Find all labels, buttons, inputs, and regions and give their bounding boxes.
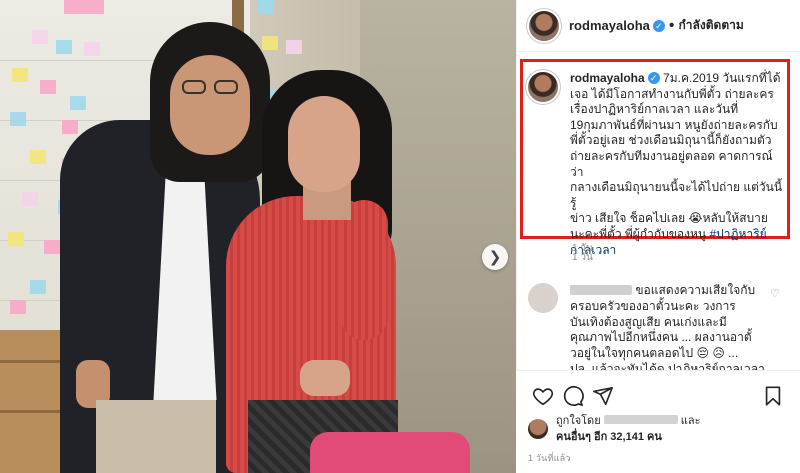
woman-arm: [340, 200, 388, 340]
others-count-link[interactable]: คนอื่นๆ อีก 32,141 คน: [556, 431, 662, 443]
post-actions-area: ถูกใจโดย และ คนอื่นๆ อีก 32,141 คน 1 วัน…: [516, 370, 800, 473]
caption-line-3: 19กุมภาพันธ์ที่ผ่านมา หนูยังถ่ายละครกับ: [570, 117, 778, 132]
likes-summary: ถูกใจโดย และ คนอื่นๆ อีก 32,141 คน: [516, 413, 800, 445]
commenter-avatar[interactable]: [528, 283, 558, 313]
comment-line-3: คุณภาพไปอีกหนึ่งคน ... ผลงานอาตั้: [570, 330, 752, 345]
comment-line-0: ขอแสดงความเสียใจกับ: [635, 283, 756, 297]
liker-avatar[interactable]: [528, 419, 548, 439]
caption-username[interactable]: rodmayaloha: [570, 71, 645, 85]
caption-avatar[interactable]: [528, 72, 558, 102]
heart-icon[interactable]: [528, 383, 558, 409]
comment-line-1: ครอบครัวของอาตั้วนะคะ วงการ: [570, 298, 736, 313]
header-username[interactable]: rodmayaloha: [569, 18, 650, 33]
share-icon[interactable]: [588, 383, 618, 409]
caption-line-8: นะคะพี่ตั้ว พี่ผู้กำกับของหนู: [570, 226, 707, 241]
post-caption: rodmayaloha ✓ 7ม.ค.2019 วันแรกที่ได้ เจอ …: [528, 71, 786, 258]
bookmark-icon[interactable]: [758, 383, 788, 409]
blurred-username: [570, 285, 632, 295]
man-face: [170, 55, 250, 155]
hashtag-link[interactable]: #ปาฏิหาริย์: [709, 227, 766, 241]
action-bar: [516, 371, 800, 411]
comment-item: ขอแสดงความเสียใจกับ ครอบครัวของอาตั้วนะค…: [528, 283, 786, 371]
caption-line-0: 7ม.ค.2019 วันแรกที่ได้: [663, 71, 781, 85]
verified-badge-icon: ✓: [647, 72, 660, 84]
comment-line-2: บันเทิงต้องสูญเสีย คนเก่งและมี: [570, 314, 727, 329]
comment-icon[interactable]: [558, 383, 588, 409]
caption-line-5: ถ่ายละครกับทีมงานอยู่ตลอด คาดการณ์ว่า: [570, 148, 773, 179]
posted-time: 1 วันที่แล้ว: [528, 453, 571, 463]
following-button[interactable]: กำลังติดตาม: [679, 16, 744, 35]
separator-dot: •: [668, 16, 675, 34]
caption-line-1: เจอ ได้มีโอกาสทำงานกับพี่ตั้ว ถ่ายละคร: [570, 86, 774, 101]
reply-timestamp: 1 วัน: [572, 252, 593, 263]
pink-pillow: [310, 432, 470, 473]
comment-text: ขอแสดงความเสียใจกับ ครอบครัวของอาตั้วนะค…: [570, 283, 770, 371]
caption-line-2: เรื่องปาฏิหาริย์กาลเวลา และวันที่: [570, 102, 739, 117]
glasses: [182, 80, 242, 94]
avatar[interactable]: [529, 10, 559, 41]
post-photo[interactable]: ❯: [0, 0, 516, 473]
liked-by-suffix: และ: [680, 415, 701, 427]
liked-by-prefix: ถูกใจโดย: [556, 415, 601, 427]
caption-text: rodmayaloha ✓ 7ม.ค.2019 วันแรกที่ได้ เจอ …: [570, 71, 786, 258]
woman-hands: [300, 360, 350, 396]
post-header: rodmayaloha ✓ • กำลังติดตาม: [517, 0, 800, 52]
caption-line-4: พี่ตั้วอยู่เลย ช่วงเดือนมิถุนานี้ก็ยังถา…: [570, 133, 772, 148]
comment-line-4: วอยู่ในใจทุกคนตลอดไป 😔 😥 ...: [570, 346, 739, 361]
comment-like-heart-icon[interactable]: ♡: [770, 287, 780, 300]
chevron-right-icon[interactable]: ❯: [482, 244, 508, 270]
caption-line-7: ข่าว เสียใจ ช็อคไปเลย 😭หลับให้สบาย: [570, 211, 768, 226]
blurred-liker-name: [603, 415, 678, 424]
verified-badge-icon: ✓: [652, 19, 665, 32]
woman-face: [288, 96, 360, 192]
instagram-post: ❯ rodmayaloha ✓ • กำลังติดตาม rodmayaloh…: [0, 0, 800, 473]
caption-line-6: กลางเดือนมิถุนายนนี้จะได้ไปถ่าย แต่วันนี…: [570, 180, 783, 210]
likes-text: ถูกใจโดย และ คนอื่นๆ อีก 32,141 คน: [556, 413, 701, 445]
man-pants: [96, 400, 216, 473]
